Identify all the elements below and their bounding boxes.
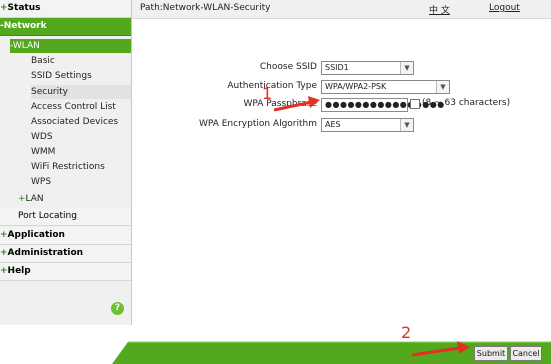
- wpa-encryption-label: WPA Encryption Algorithm: [198, 119, 317, 129]
- expand-plus-icon: +: [0, 3, 8, 13]
- sidebar-section-status[interactable]: +Status: [0, 0, 131, 18]
- sidebar-item-wmm[interactable]: WMM: [31, 145, 55, 159]
- sidebar-section-network[interactable]: -Network: [0, 18, 131, 36]
- sidebar-item-access-control-list[interactable]: Access Control List: [31, 100, 116, 114]
- annotation-arrow-2: [411, 341, 470, 357]
- expand-plus-icon: +: [0, 266, 8, 276]
- sidebar-item-associated-devices[interactable]: Associated Devices: [31, 115, 118, 129]
- sidebar-item-ssid-settings[interactable]: SSID Settings: [31, 69, 92, 83]
- sidebar-item-security[interactable]: Security: [31, 85, 131, 99]
- sidebar-item-wps[interactable]: WPS: [31, 175, 51, 189]
- show-passphrase-checkbox[interactable]: [410, 99, 420, 109]
- ssid-select-value: SSID1: [325, 63, 349, 72]
- language-link[interactable]: 中 文: [429, 3, 450, 16]
- choose-ssid-label: Choose SSID: [259, 62, 317, 72]
- authentication-type-select[interactable]: WPA/WPA2-PSK ▼: [321, 80, 450, 94]
- chevron-down-icon: ▼: [436, 81, 449, 93]
- expand-plus-icon: +: [0, 248, 8, 258]
- annotation-arrow-1: [273, 96, 320, 112]
- authentication-type-label: Authentication Type: [227, 81, 317, 91]
- sidebar-item-port-locating[interactable]: Port Locating: [0, 208, 131, 226]
- chevron-down-icon: ▼: [400, 119, 413, 131]
- sidebar-section-help[interactable]: +Help: [0, 263, 131, 281]
- help-icon[interactable]: ?: [111, 302, 124, 315]
- sidebar: +Status -Network -WLAN Basic SSID Settin…: [0, 0, 132, 325]
- breadcrumb: Path:Network-WLAN-Security: [140, 3, 271, 13]
- expand-plus-icon: +: [18, 194, 26, 204]
- authentication-type-value: WPA/WPA2-PSK: [325, 82, 387, 91]
- wpa-passphrase-input[interactable]: ●●●●●●●●●●●●●●●●: [321, 98, 444, 112]
- sidebar-item-wifi-restrictions[interactable]: WiFi Restrictions: [31, 160, 105, 174]
- expand-plus-icon: +: [0, 230, 8, 240]
- top-bar: Path:Network-WLAN-Security 中 文 Logout: [132, 0, 551, 19]
- sidebar-item-basic[interactable]: Basic: [31, 54, 55, 68]
- annotation-step-1: 1: [262, 84, 273, 103]
- encryption-algorithm-select[interactable]: AES ▼: [321, 118, 414, 132]
- cancel-button[interactable]: Cancel: [510, 346, 542, 361]
- sidebar-item-wds[interactable]: WDS: [31, 130, 53, 144]
- passphrase-length-hint: (8 ~ 63 characters): [422, 98, 511, 108]
- logout-link[interactable]: Logout: [489, 3, 520, 13]
- sidebar-section-administration[interactable]: +Administration: [0, 245, 131, 263]
- sidebar-section-application[interactable]: +Application: [0, 227, 131, 245]
- chevron-down-icon: ▼: [400, 62, 413, 74]
- sidebar-item-lan[interactable]: +LAN: [18, 192, 44, 206]
- submit-button[interactable]: Submit: [474, 346, 508, 361]
- sidebar-item-wlan[interactable]: -WLAN: [10, 39, 131, 53]
- encryption-algorithm-value: AES: [325, 120, 341, 129]
- ssid-select[interactable]: SSID1 ▼: [321, 61, 414, 75]
